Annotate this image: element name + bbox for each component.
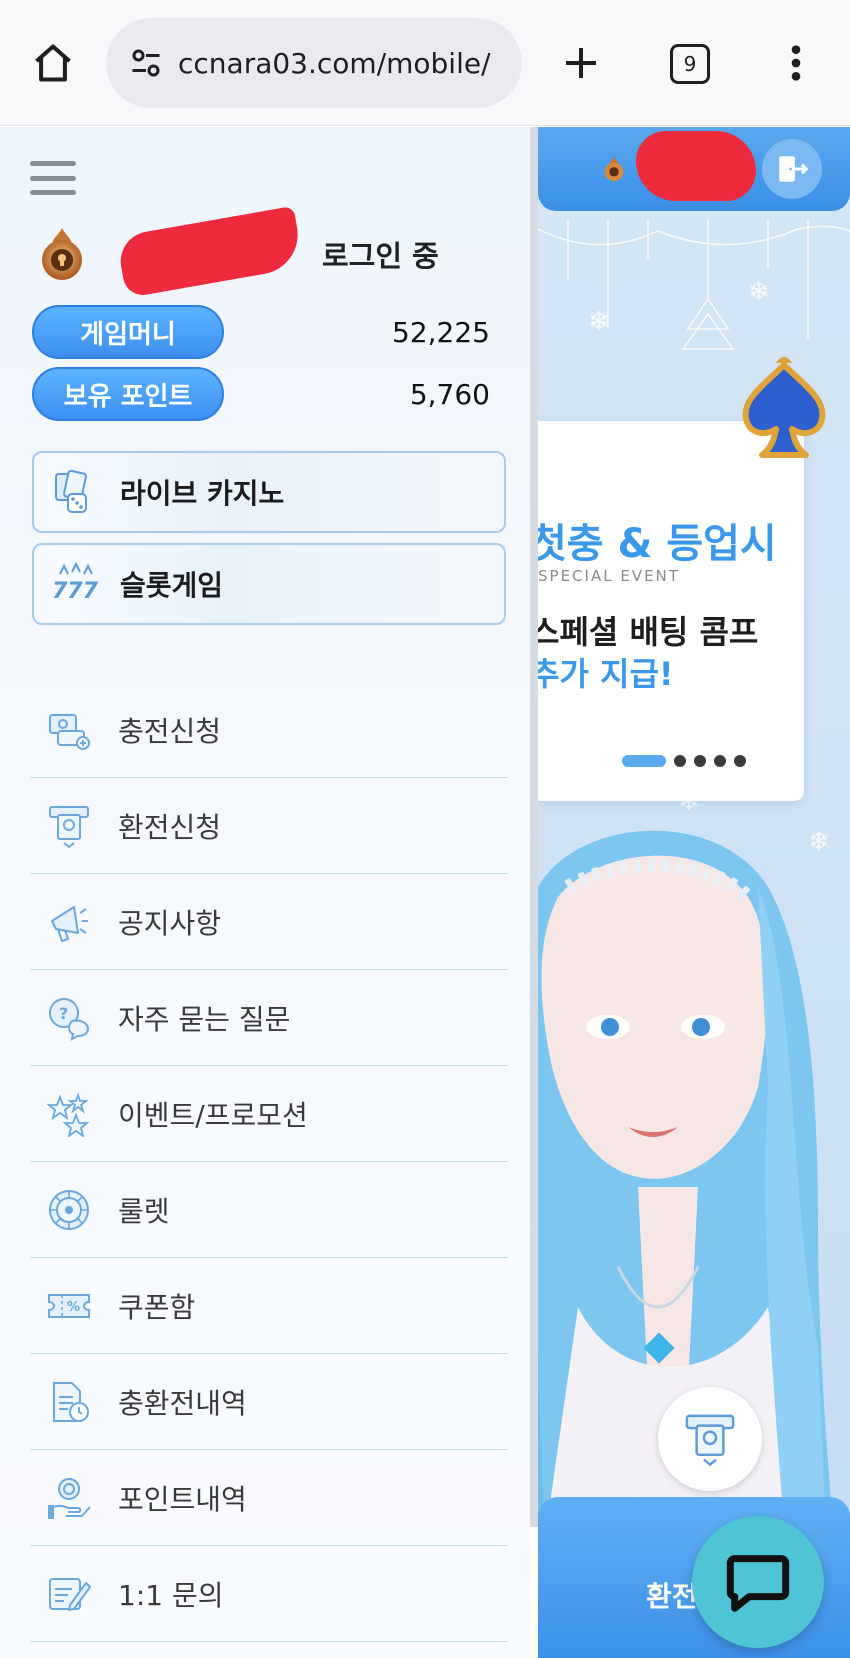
menu-slot-game[interactable]: 777 슬롯게임 [32, 543, 506, 625]
coupon-icon: % [44, 1281, 94, 1331]
side-drawer: 로그인 중 게임머니 52,225 보유 포인트 5,760 라이브 카지노 7… [0, 127, 530, 1658]
carousel-dot[interactable] [734, 755, 746, 767]
deposit-icon [44, 705, 94, 755]
browser-toolbar: ccnara03.com/mobile/ 9 [0, 0, 850, 126]
faq-bubble-icon: ? [44, 993, 94, 1043]
menu-coupon-label: 쿠폰함 [118, 1290, 196, 1324]
live-chat-button[interactable] [692, 1516, 824, 1648]
cards-dice-icon [48, 466, 100, 518]
menu-point-history-label: 포인트내역 [118, 1482, 247, 1516]
home-button[interactable] [28, 38, 78, 88]
carousel-dot[interactable] [714, 755, 726, 767]
stars-icon [44, 1089, 94, 1139]
points-row: 보유 포인트 5,760 [32, 367, 490, 421]
menu-event[interactable]: 이벤트/프로모션 [30, 1066, 508, 1162]
menu-faq[interactable]: ? 자주 묻는 질문 [30, 970, 508, 1066]
history-document-icon [44, 1377, 94, 1427]
roulette-icon [44, 1185, 94, 1235]
carousel-dot[interactable] [694, 755, 706, 767]
svg-text:777: 777 [52, 579, 98, 604]
menu-withdraw[interactable]: 환전신청 [30, 778, 508, 874]
redacted-username [636, 131, 756, 201]
logout-icon [779, 156, 809, 182]
event-banner[interactable]: 첫충 & 등업시 SPECIAL EVENT 스페셜 배팅 콤프 추가 지급! [538, 421, 804, 801]
points-hand-icon [44, 1473, 94, 1523]
points-label: 보유 포인트 [32, 367, 224, 421]
snowflake-icon: ❄ [588, 307, 610, 337]
banner-text: 스페셜 배팅 콤프 [538, 613, 759, 651]
menu-coupon[interactable]: % 쿠폰함 [30, 1258, 508, 1354]
slot-777-icon: 777 [48, 558, 100, 610]
logout-button[interactable] [762, 139, 822, 199]
withdraw-atm-icon [685, 1414, 735, 1467]
menu-slot-game-label: 슬롯게임 [120, 569, 224, 602]
svg-text:%: % [67, 1300, 80, 1315]
menu-roulette-label: 룰렛 [118, 1194, 170, 1228]
game-money-row: 게임머니 52,225 [32, 305, 490, 359]
home-icon [35, 44, 71, 82]
menu-withdraw-label: 환전신청 [118, 810, 222, 844]
menu-inquiry[interactable]: 1:1 문의 [30, 1546, 508, 1642]
login-status: 로그인 중 [322, 239, 439, 273]
menu-deposit-label: 충전신청 [118, 714, 222, 748]
spade-icon [742, 357, 826, 458]
chat-bubble-icon [726, 1555, 790, 1612]
banner-highlight: 추가 지급! [538, 655, 674, 693]
game-money-value: 52,225 [392, 315, 490, 349]
menu-transaction-history[interactable]: 충환전내역 [30, 1354, 508, 1450]
rank-badge-icon [42, 228, 82, 280]
game-money-label: 게임머니 [32, 305, 224, 359]
rank-badge-icon [604, 156, 624, 182]
hamburger-menu-icon[interactable] [30, 161, 76, 195]
menu-live-casino[interactable]: 라이브 카지노 [32, 451, 506, 533]
carousel-indicator[interactable] [622, 755, 746, 767]
user-info: 로그인 중 [32, 205, 502, 299]
menu-event-label: 이벤트/프로모션 [118, 1098, 308, 1132]
drawer-scrollbar[interactable] [530, 127, 538, 1527]
more-vert-icon [791, 45, 801, 81]
menu-notice-label: 공지사항 [118, 906, 222, 940]
address-bar[interactable]: ccnara03.com/mobile/ [106, 18, 522, 108]
menu-transaction-history-label: 충환전내역 [118, 1386, 247, 1420]
menu-point-history[interactable]: 포인트내역 [30, 1450, 508, 1546]
new-tab-button[interactable] [556, 38, 606, 88]
banner-headline: 첫충 & 등업시 [538, 521, 777, 567]
menu-live-casino-label: 라이브 카지노 [120, 477, 285, 510]
menu-deposit[interactable]: 충전신청 [30, 682, 508, 778]
redacted-username [115, 205, 305, 299]
svg-text:?: ? [59, 1004, 68, 1023]
plus-icon [566, 48, 596, 78]
menu-notice[interactable]: 공지사항 [30, 874, 508, 970]
withdraw-atm-icon [44, 801, 94, 851]
carousel-dot[interactable] [674, 755, 686, 767]
inquiry-notepad-icon [44, 1569, 94, 1619]
snowflake-icon: ❄ [748, 277, 770, 307]
withdraw-shortcut-button[interactable] [658, 1387, 762, 1491]
megaphone-icon [44, 897, 94, 947]
main-page: ❄ ❄ ❄ ❄ ❄ 첫충 & 등업시 SPECIAL EVENT 스페셜 배팅 … [538, 127, 850, 1658]
browser-menu-button[interactable] [776, 38, 816, 88]
tab-switcher-button[interactable]: 9 [670, 44, 710, 84]
menu-roulette[interactable]: 룰렛 [30, 1162, 508, 1258]
drawer-menu-list: 충전신청 환전신청 공지사항 ? 자주 묻는 질문 이벤트/프로모션 룰렛 % … [30, 682, 508, 1642]
url-text: ccnara03.com/mobile/ [178, 46, 491, 80]
site-settings-icon[interactable] [126, 43, 166, 83]
menu-faq-label: 자주 묻는 질문 [118, 1002, 291, 1036]
banner-subtitle: SPECIAL EVENT [538, 567, 680, 585]
points-value: 5,760 [409, 377, 490, 411]
page-header [538, 127, 850, 211]
carousel-dot-active[interactable] [622, 755, 666, 767]
menu-inquiry-label: 1:1 문의 [118, 1578, 224, 1612]
